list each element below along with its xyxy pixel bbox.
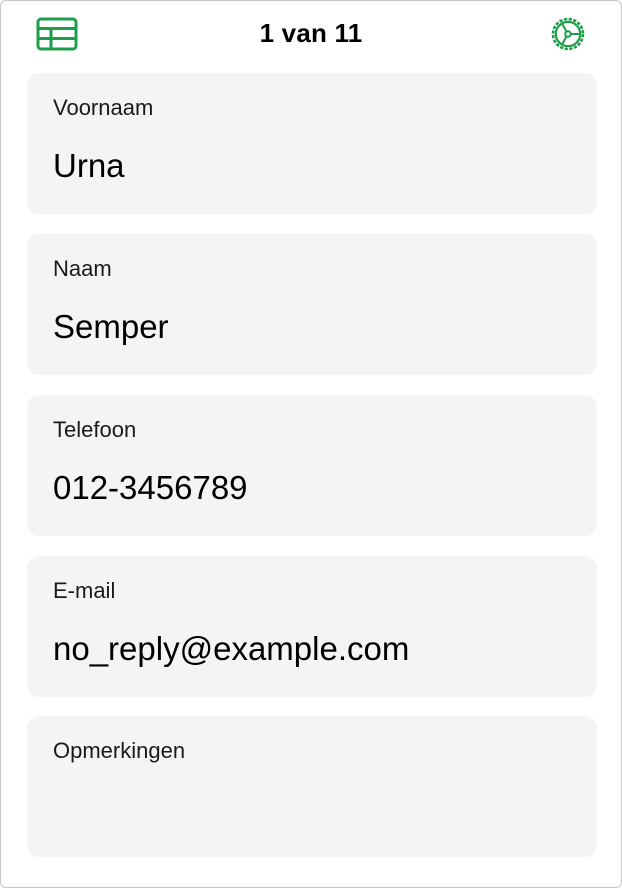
gear-icon: [551, 17, 585, 51]
field-last-name[interactable]: Naam Semper: [27, 234, 597, 375]
field-label: E-mail: [53, 578, 116, 603]
field-value[interactable]: no_reply@example.com: [53, 630, 409, 668]
field-label: Naam: [53, 256, 112, 281]
field-email[interactable]: E-mail no_reply@example.com: [27, 556, 597, 697]
field-value[interactable]: 012-3456789: [53, 469, 248, 507]
record-counter: 1 van 11: [259, 18, 363, 48]
field-label: Voornaam: [53, 95, 154, 120]
field-label: Opmerkingen: [53, 738, 186, 763]
field-value[interactable]: Urna: [53, 147, 125, 185]
top-bar: 1 van 11: [1, 1, 621, 67]
field-first-name[interactable]: Voornaam Urna: [27, 73, 597, 214]
field-value[interactable]: Semper: [53, 308, 169, 346]
field-phone[interactable]: Telefoon 012-3456789: [27, 395, 597, 536]
field-label: Telefoon: [53, 417, 137, 442]
field-notes[interactable]: Opmerkingen: [27, 716, 597, 857]
settings-button[interactable]: [548, 14, 588, 54]
form-view: 1 van 11 Voornaam Urna Naam Semper Telef…: [0, 0, 622, 888]
